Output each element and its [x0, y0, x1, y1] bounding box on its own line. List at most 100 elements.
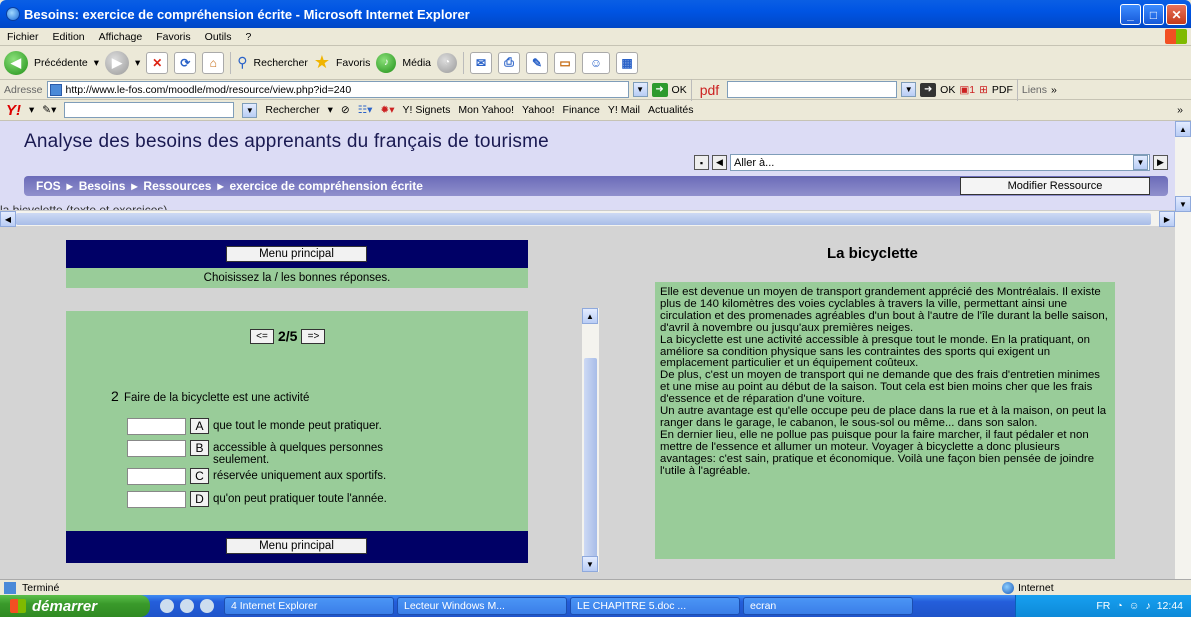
breadcrumb-ressources[interactable]: Ressources — [143, 179, 211, 193]
previous-question-button[interactable]: <= — [250, 328, 274, 344]
menu-affichage[interactable]: Affichage — [92, 31, 150, 43]
task-internet-explorer[interactable]: 4 Internet Explorer — [224, 597, 394, 615]
horizontal-scrollbar[interactable]: ◀ ▶ — [0, 210, 1175, 227]
scroll-down-icon[interactable]: ▼ — [582, 556, 598, 572]
scroll-up-icon[interactable]: ▲ — [1175, 121, 1191, 137]
yahoo-search-dd-icon[interactable]: ▾ — [328, 104, 333, 116]
layout-icon[interactable]: ☷▾ — [358, 104, 373, 116]
jump-select[interactable]: Aller à... ▼ — [730, 154, 1150, 171]
scroll-thumb[interactable] — [584, 358, 597, 558]
scroll-thumb[interactable] — [16, 213, 1151, 225]
jump-next-icon[interactable]: ▶ — [1153, 155, 1168, 170]
mon-yahoo-button[interactable]: Mon Yahoo! — [458, 104, 514, 116]
favorites-button-label[interactable]: Favoris — [336, 57, 370, 69]
yahoo-search-dropdown-icon[interactable]: ▼ — [242, 102, 258, 118]
stop-icon[interactable]: ✕ — [146, 51, 169, 74]
folder-icon[interactable]: ▭ — [554, 51, 577, 74]
pdf-dropdown-icon[interactable]: ▼ — [901, 82, 917, 97]
ie-quicklaunch-icon[interactable] — [160, 599, 174, 613]
highlight-icon[interactable]: ⊘ — [341, 104, 350, 116]
answer-input-d[interactable] — [127, 491, 186, 508]
yahoo-more-icon[interactable]: » — [1177, 104, 1183, 116]
task-ecran[interactable]: ecran — [743, 597, 913, 615]
menu-fichier[interactable]: Fichier — [0, 31, 46, 43]
vertical-scrollbar[interactable]: ▲ ▼ — [1175, 121, 1191, 579]
mail-button[interactable]: Y! Mail — [608, 104, 640, 116]
next-question-button[interactable]: => — [301, 328, 326, 344]
scroll-down-icon[interactable]: ▼ — [1175, 196, 1191, 212]
media-button-label[interactable]: Média — [402, 57, 431, 69]
back-arrow-icon[interactable]: ◀ — [4, 50, 28, 75]
breadcrumb-fos[interactable]: FOS — [36, 179, 61, 193]
desktop-quicklaunch-icon[interactable] — [200, 599, 214, 613]
tray-network-icon[interactable]: ◔ — [1116, 600, 1122, 612]
answer-input-b[interactable] — [127, 440, 186, 457]
pdf-button-label[interactable]: PDF — [992, 84, 1013, 96]
breadcrumb-besoins[interactable]: Besoins — [79, 179, 126, 193]
task-windows-media[interactable]: Lecteur Windows M... — [397, 597, 567, 615]
print-icon[interactable]: ⎙ — [498, 51, 521, 74]
save-icon[interactable]: ▪ — [694, 155, 709, 170]
main-menu-button-bottom[interactable]: Menu principal — [226, 538, 367, 554]
pencil-icon[interactable]: ✎▾ — [42, 104, 56, 116]
liens-label[interactable]: Liens — [1022, 84, 1047, 96]
answer-button-d[interactable]: D — [190, 491, 209, 507]
forward-dropdown-icon[interactable]: ▾ — [135, 57, 140, 69]
liens-more-icon[interactable]: » — [1051, 84, 1057, 96]
home-icon[interactable]: ⌂ — [202, 51, 225, 74]
address-input[interactable]: http://www.le-fos.com/moodle/mod/resourc… — [46, 81, 629, 98]
jump-prev-icon[interactable]: ◀ — [712, 155, 727, 170]
messenger-icon[interactable]: ☺ — [582, 51, 611, 74]
answer-button-b[interactable]: B — [190, 440, 209, 456]
refresh-icon[interactable]: ⟳ — [174, 51, 197, 74]
search-button-label[interactable]: Rechercher — [254, 57, 308, 69]
forward-arrow-icon[interactable]: ▶ — [105, 50, 129, 75]
media-quicklaunch-icon[interactable] — [180, 599, 194, 613]
menu-edition[interactable]: Edition — [46, 31, 92, 43]
tray-volume-icon[interactable]: ♪ — [1145, 600, 1150, 612]
minimize-button[interactable]: _ — [1120, 4, 1141, 25]
menu-favoris[interactable]: Favoris — [149, 31, 197, 43]
yahoo-search-input[interactable] — [64, 102, 235, 118]
yahoo-button[interactable]: Yahoo! — [522, 104, 555, 116]
yahoo-menu-icon[interactable]: ▾ — [29, 104, 34, 116]
answer-input-a[interactable] — [127, 418, 186, 435]
signets-button[interactable]: Y! Signets — [403, 104, 451, 116]
pdf-ok-label[interactable]: OK — [940, 84, 955, 96]
edit-resource-button[interactable]: Modifier Ressource — [960, 177, 1150, 195]
actualites-button[interactable]: Actualités — [648, 104, 694, 116]
go-arrow-icon[interactable]: ➜ — [651, 82, 668, 97]
task-word-document[interactable]: LE CHAPITRE 5.doc ... — [570, 597, 740, 615]
address-dropdown-icon[interactable]: ▼ — [632, 82, 648, 97]
back-dropdown-icon[interactable]: ▾ — [94, 57, 99, 69]
exercise-scrollbar[interactable]: ▲ ▼ — [582, 308, 599, 572]
main-menu-button-top[interactable]: Menu principal — [226, 246, 367, 262]
scroll-right-icon[interactable]: ▶ — [1159, 211, 1175, 227]
answer-button-a[interactable]: A — [190, 418, 209, 434]
sun-icon[interactable]: ✹▾ — [380, 104, 394, 116]
finance-button[interactable]: Finance — [563, 104, 600, 116]
pdf-page-icon[interactable]: ▣1 — [959, 84, 975, 96]
yahoo-logo-icon[interactable]: Y! — [6, 102, 21, 119]
pdf-search-input[interactable] — [727, 81, 898, 98]
mail-icon[interactable]: ✉ — [470, 51, 493, 74]
maximize-button[interactable]: □ — [1143, 4, 1164, 25]
history-icon[interactable]: ◔ — [437, 52, 458, 73]
edit-icon[interactable]: ✎ — [526, 51, 549, 74]
media-icon[interactable]: ♪ — [376, 52, 397, 73]
pdf-go-icon[interactable]: ➜ — [920, 82, 937, 97]
menu-outils[interactable]: Outils — [198, 31, 239, 43]
search-icon[interactable]: ⚲ — [237, 54, 247, 71]
scroll-left-icon[interactable]: ◀ — [0, 211, 16, 227]
go-button-label[interactable]: OK — [672, 84, 687, 96]
jump-dropdown-icon[interactable]: ▼ — [1133, 155, 1148, 170]
favorites-star-icon[interactable]: ★ — [314, 52, 330, 73]
yahoo-search-button[interactable]: Rechercher — [265, 104, 319, 116]
start-button[interactable]: démarrer — [0, 595, 150, 617]
tray-messenger-icon[interactable]: ☺ — [1129, 600, 1140, 612]
answer-input-c[interactable] — [127, 468, 186, 485]
answer-button-c[interactable]: C — [190, 468, 209, 484]
pdf-file-icon[interactable]: ⊞ — [979, 84, 988, 96]
scroll-up-icon[interactable]: ▲ — [582, 308, 598, 324]
back-button-label[interactable]: Précédente — [34, 57, 88, 69]
